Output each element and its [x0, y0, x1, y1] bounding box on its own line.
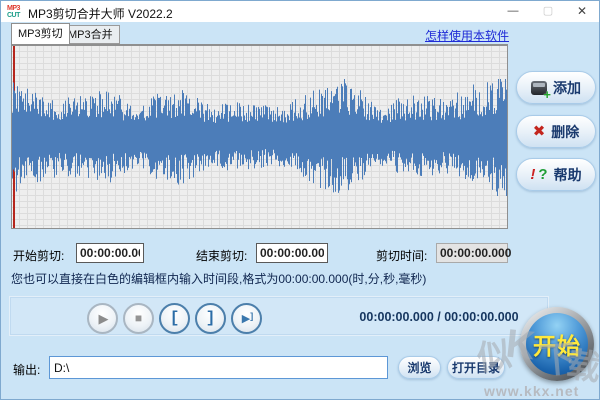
end-cut-input[interactable] — [256, 243, 328, 263]
exclamation-icon: ! — [530, 168, 535, 182]
watermark-site-text: www.kkx.net — [484, 383, 579, 399]
output-label: 输出: — [13, 361, 40, 378]
app-icon-text-bottom: CUT — [7, 12, 24, 19]
title-bar: MP3 CUT MP3剪切合并大师 V2022.2 — ▢ ✕ — [1, 1, 599, 22]
open-directory-button[interactable]: 打开目录 — [447, 356, 505, 379]
mark-start-button[interactable]: [ — [159, 303, 190, 334]
start-button[interactable]: 开始 — [520, 307, 594, 381]
play-selection-icon: ▶ — [242, 312, 250, 325]
browse-button[interactable]: 浏览 — [398, 356, 441, 379]
help-link[interactable]: 怎样使用本软件 — [425, 27, 509, 44]
cut-duration-label: 剪切时间: — [376, 247, 427, 264]
film-add-icon: + — [531, 81, 547, 95]
add-button[interactable]: + 添加 — [516, 71, 596, 104]
hint-text: 您也可以直接在白色的编辑框内输入时间段,格式为00:00:00.000(时,分,… — [11, 270, 426, 287]
minimize-button[interactable]: — — [497, 1, 529, 22]
start-cut-label: 开始剪切: — [13, 247, 64, 264]
app-window: MP3 CUT MP3剪切合并大师 V2022.2 — ▢ ✕ MP3剪切 MP… — [0, 0, 600, 400]
app-icon-text-top: MP3 — [7, 5, 24, 12]
maximize-button[interactable]: ▢ — [532, 1, 564, 22]
waveform-canvas[interactable] — [11, 44, 508, 229]
output-path-input[interactable] — [49, 356, 388, 379]
cut-duration-field: 00:00:00.000 — [436, 243, 508, 263]
plus-icon: + — [543, 90, 551, 100]
stop-icon: ■ — [135, 311, 142, 325]
add-button-label: 添加 — [553, 78, 581, 98]
time-display: 00:00:00.000 / 00:00:00.000 — [331, 310, 547, 324]
window-title: MP3剪切合并大师 V2022.2 — [28, 5, 173, 22]
start-cut-input[interactable] — [76, 243, 144, 263]
delete-button[interactable]: ✖ 删除 — [516, 115, 596, 148]
bracket-open-icon: [ — [170, 309, 180, 327]
help-button-label: 帮助 — [554, 165, 582, 185]
help-button[interactable]: ! ? 帮助 — [516, 158, 596, 191]
play-icon: ▶ — [99, 311, 109, 327]
play-selection-bracket-icon: ] — [250, 311, 253, 321]
play-selection-button[interactable]: ▶ ] — [231, 303, 262, 334]
question-icon: ? — [538, 168, 547, 182]
stop-button[interactable]: ■ — [123, 303, 154, 334]
end-cut-label: 结束剪切: — [196, 247, 247, 264]
play-button[interactable]: ▶ — [87, 303, 118, 334]
close-button[interactable]: ✕ — [566, 1, 598, 22]
start-button-label: 开始 — [526, 313, 588, 375]
mark-end-button[interactable]: ] — [195, 303, 226, 334]
delete-button-label: 删除 — [551, 122, 579, 142]
delete-x-icon: ✖ — [533, 125, 546, 139]
app-icon: MP3 CUT — [7, 4, 24, 19]
tab-mp3-cut[interactable]: MP3剪切 — [11, 23, 70, 44]
bracket-close-icon: ] — [206, 309, 216, 327]
tab-mp3-merge[interactable]: MP3合并 — [61, 25, 120, 44]
